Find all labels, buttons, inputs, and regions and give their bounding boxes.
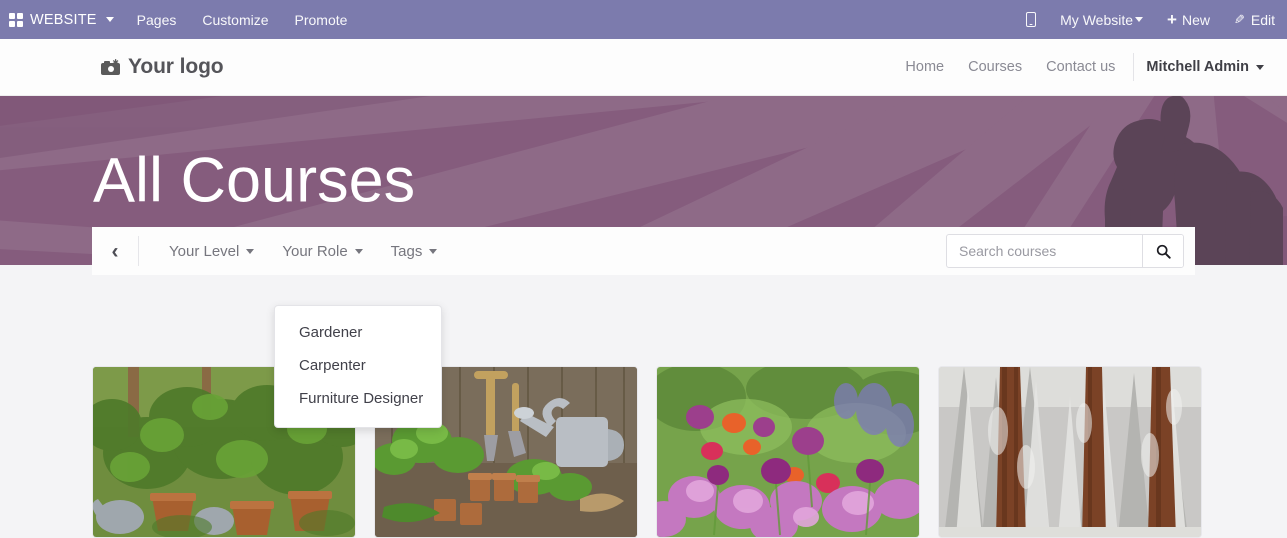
page-title: All Courses bbox=[93, 145, 416, 215]
filter-label-your-role: Your Role bbox=[282, 242, 348, 260]
new-button[interactable]: + New bbox=[1155, 0, 1222, 39]
website-selector-button[interactable]: My Website bbox=[1048, 0, 1155, 39]
course-card[interactable] bbox=[938, 366, 1202, 538]
chevron-down-icon bbox=[429, 248, 438, 254]
site-logo[interactable]: ✱ Your logo bbox=[101, 55, 224, 79]
site-nav-item-home[interactable]: Home bbox=[893, 59, 956, 75]
site-nav-item-contact-us[interactable]: Contact us bbox=[1034, 59, 1127, 75]
course-cards-row bbox=[92, 366, 1202, 538]
chevron-down-icon bbox=[246, 248, 255, 254]
website-selector-label: My Website bbox=[1060, 11, 1134, 28]
search-input[interactable] bbox=[947, 235, 1142, 267]
filter-dropdown-tags[interactable]: Tags bbox=[377, 227, 452, 275]
plus-icon: + bbox=[1167, 10, 1177, 29]
user-menu-button[interactable]: Mitchell Admin bbox=[1140, 59, 1270, 75]
course-card-image bbox=[939, 367, 1201, 537]
navbar-right-group: My Website + New ✎ Edit bbox=[1014, 0, 1287, 39]
dropdown-item-furniture-designer[interactable]: Furniture Designer bbox=[275, 382, 441, 415]
course-filter-bar: ‹ Your Level Your Role Tags bbox=[92, 227, 1195, 275]
nav-divider bbox=[1133, 53, 1135, 81]
navbar-item-pages[interactable]: Pages bbox=[124, 0, 190, 39]
pencil-icon: ✎ bbox=[1233, 11, 1245, 27]
camera-icon: ✱ bbox=[101, 59, 120, 75]
apps-menu-brand[interactable]: WEBSITE bbox=[0, 0, 124, 39]
chevron-down-icon bbox=[1135, 17, 1144, 22]
search-group bbox=[946, 234, 1184, 268]
filter-dropdown-your-role[interactable]: Your Role bbox=[268, 227, 376, 275]
filter-dropdown-your-level[interactable]: Your Level bbox=[155, 227, 268, 275]
filter-label-your-level: Your Level bbox=[169, 242, 240, 260]
camera-lens-shape bbox=[107, 66, 114, 72]
user-menu-label: Mitchell Admin bbox=[1146, 59, 1249, 75]
chevron-down-icon bbox=[354, 248, 363, 254]
site-header: ✱ Your logo Home Courses Contact us Mitc… bbox=[0, 39, 1287, 96]
course-card[interactable] bbox=[656, 366, 920, 538]
new-button-label: New bbox=[1181, 11, 1210, 28]
edit-button-label: Edit bbox=[1250, 11, 1275, 28]
your-role-dropdown-menu: Gardener Carpenter Furniture Designer bbox=[274, 305, 442, 428]
site-nav-item-courses[interactable]: Courses bbox=[956, 59, 1034, 75]
dropdown-item-carpenter[interactable]: Carpenter bbox=[275, 349, 441, 382]
filter-bar-wrapper: ‹ Your Level Your Role Tags bbox=[0, 227, 1287, 327]
course-card-image bbox=[657, 367, 919, 537]
chevron-down-icon bbox=[1256, 64, 1264, 70]
filter-dropdown-group: Your Level Your Role Tags bbox=[139, 227, 451, 275]
navbar-item-promote[interactable]: Promote bbox=[282, 0, 361, 39]
mobile-phone-icon bbox=[1026, 12, 1037, 27]
site-logo-text: Your logo bbox=[128, 55, 224, 78]
mobile-preview-button[interactable] bbox=[1014, 0, 1048, 39]
navbar-item-customize[interactable]: Customize bbox=[189, 0, 281, 39]
brand-label: WEBSITE bbox=[30, 11, 97, 28]
site-nav: Home Courses Contact us Mitchell Admin bbox=[893, 53, 1270, 81]
chevron-down-icon bbox=[105, 17, 114, 22]
search-icon bbox=[1156, 244, 1171, 259]
dropdown-item-gardener[interactable]: Gardener bbox=[275, 316, 441, 349]
back-button[interactable]: ‹ bbox=[92, 227, 138, 275]
odoo-backend-navbar: WEBSITE Pages Customize Promote My Websi… bbox=[0, 0, 1287, 39]
edit-button[interactable]: ✎ Edit bbox=[1222, 0, 1287, 39]
filter-label-tags: Tags bbox=[390, 242, 423, 260]
chevron-left-icon: ‹ bbox=[111, 239, 119, 263]
apps-grid-icon bbox=[9, 12, 23, 27]
search-button[interactable] bbox=[1142, 235, 1183, 267]
